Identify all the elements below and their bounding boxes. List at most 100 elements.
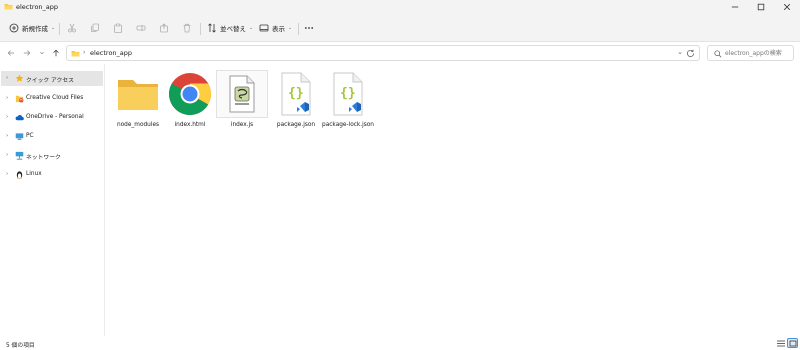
thumbnail: {} — [270, 70, 322, 118]
folder-icon — [71, 51, 80, 57]
status-bar: 5 個の項目 — [0, 336, 800, 350]
share-icon — [160, 23, 168, 33]
more-options-button[interactable] — [304, 20, 314, 36]
chevron-down-icon[interactable]: ⌄ — [677, 48, 683, 56]
breadcrumb[interactable]: electron_app — [90, 49, 132, 57]
folder-icon — [4, 4, 13, 10]
arrow-left-icon — [7, 50, 15, 56]
toolbar-divider — [298, 23, 299, 35]
folder-icon — [118, 80, 158, 110]
cut-button[interactable] — [67, 20, 77, 36]
chevron-down-icon: ⌄ — [288, 25, 293, 31]
svg-text:{}: {} — [288, 86, 304, 101]
view-button-label: 表示 — [272, 25, 285, 33]
navigation-bar: › electron_app ⌄ — [0, 42, 800, 64]
sidebar-item-label: PC — [26, 133, 34, 139]
command-bar: 新規作成 ⌄ 並べ替え ⌄ 表示 ⌄ — [0, 14, 800, 42]
sidebar-item-linux[interactable]: › Linux — [1, 167, 103, 182]
file-name: package-lock.json — [322, 122, 374, 128]
refresh-icon[interactable] — [686, 49, 695, 58]
minimize-button[interactable] — [722, 0, 748, 14]
minimize-icon — [731, 6, 739, 8]
copy-button[interactable] — [90, 20, 100, 36]
thumbnail: {} — [322, 70, 374, 118]
star-icon — [15, 74, 24, 82]
file-list: node_modules index.html index.js {} pack… — [106, 64, 800, 336]
thumbnail — [112, 70, 164, 118]
json-file-icon: {} — [333, 72, 363, 116]
file-name: index.html — [174, 122, 206, 128]
sidebar-item-creative-cloud[interactable]: › Creative Cloud Files — [1, 91, 103, 106]
close-button[interactable] — [774, 0, 800, 14]
js-file-icon — [229, 75, 255, 113]
pc-icon — [15, 133, 24, 140]
chevron-right-icon[interactable]: › — [6, 152, 8, 158]
sidebar-item-label: OneDrive - Personal — [26, 114, 84, 120]
item-count: 5 個の項目 — [6, 343, 35, 349]
toolbar-divider — [200, 23, 201, 35]
share-button[interactable] — [159, 20, 169, 36]
address-bar[interactable]: › electron_app ⌄ — [66, 45, 700, 61]
rename-icon — [136, 25, 146, 31]
file-name: package.json — [276, 122, 316, 128]
creative-cloud-icon — [15, 95, 24, 103]
rename-button[interactable] — [136, 20, 146, 36]
chevron-down-icon: ⌄ — [249, 25, 254, 31]
chrome-icon — [168, 73, 212, 116]
file-name: node_modules — [116, 122, 160, 128]
search-box[interactable] — [707, 45, 794, 61]
back-button[interactable] — [6, 48, 16, 58]
view-button[interactable]: 表示 ⌄ — [259, 20, 292, 36]
chevron-right-icon[interactable]: › — [6, 171, 8, 177]
sidebar-item-network[interactable]: › ネットワーク — [1, 148, 103, 163]
window-title: electron_app — [16, 3, 59, 11]
search-icon — [714, 50, 722, 58]
title-bar: electron_app — [0, 0, 800, 14]
chevron-down-icon — [40, 51, 44, 55]
delete-button[interactable] — [182, 20, 192, 36]
sidebar-item-label: Linux — [26, 171, 42, 177]
new-button[interactable]: 新規作成 ⌄ — [9, 20, 55, 36]
linux-icon — [16, 171, 23, 179]
large-icons-view-button[interactable] — [787, 338, 798, 348]
chevron-right-icon[interactable]: › — [6, 114, 8, 120]
cloud-icon — [15, 114, 24, 121]
thumbnail — [216, 70, 268, 118]
sidebar-item-pc[interactable]: › PC — [1, 129, 103, 144]
more-icon — [304, 27, 314, 29]
sort-button-label: 並べ替え — [220, 25, 246, 33]
clipboard-icon — [114, 23, 122, 33]
arrow-right-icon — [23, 50, 31, 56]
details-view-button[interactable] — [775, 338, 786, 348]
sort-button[interactable]: 並べ替え ⌄ — [207, 20, 253, 36]
up-button[interactable] — [51, 48, 61, 58]
toolbar-divider — [59, 23, 60, 35]
sidebar-item-quick-access[interactable]: › クイック アクセス — [1, 71, 103, 86]
search-input[interactable] — [725, 48, 791, 59]
chevron-right-icon[interactable]: › — [6, 133, 8, 139]
scissors-icon — [68, 23, 76, 33]
view-icon — [259, 24, 269, 32]
maximize-icon — [757, 3, 765, 11]
trash-icon — [183, 23, 191, 33]
close-icon — [783, 3, 791, 11]
sidebar-item-label: ネットワーク — [26, 155, 61, 161]
file-name: index.js — [230, 122, 254, 128]
arrow-up-icon — [53, 49, 59, 57]
paste-button[interactable] — [113, 20, 123, 36]
list-view-icon — [776, 340, 785, 346]
forward-button[interactable] — [22, 48, 32, 58]
chevron-right-icon[interactable]: › — [6, 75, 8, 81]
json-file-icon: {} — [281, 72, 311, 116]
sort-icon — [208, 23, 216, 33]
svg-text:{}: {} — [340, 86, 356, 101]
thumbnail — [164, 70, 216, 118]
recent-locations-button[interactable] — [37, 48, 47, 58]
chevron-right-icon[interactable]: › — [6, 95, 8, 101]
navigation-pane: › クイック アクセス › Creative Cloud Files › One… — [0, 64, 105, 336]
maximize-button[interactable] — [748, 0, 774, 14]
new-button-label: 新規作成 — [22, 25, 48, 33]
sidebar-item-label: クイック アクセス — [26, 78, 74, 84]
sidebar-item-onedrive[interactable]: › OneDrive - Personal — [1, 110, 103, 125]
tiles-view-icon — [789, 340, 796, 346]
